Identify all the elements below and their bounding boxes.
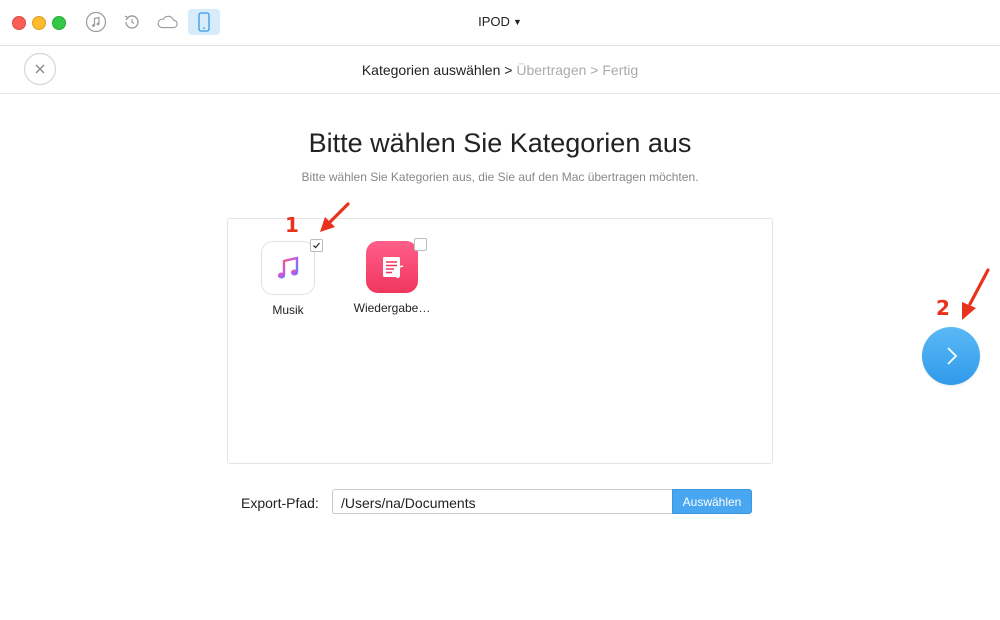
music-checkbox[interactable]	[310, 239, 323, 252]
checkmark-icon	[313, 242, 320, 249]
step-select-categories: Kategorien auswählen	[361, 62, 501, 78]
music-app-icon[interactable]	[261, 239, 323, 295]
step-done: Fertig	[602, 62, 639, 78]
chevron-right-icon	[947, 347, 958, 365]
playlist-icon[interactable]	[366, 238, 427, 293]
page-title: Bitte wählen Sie Kategorien aus	[308, 128, 692, 158]
chevron-down-icon: ▼	[512, 17, 522, 27]
device-title: IPOD	[478, 14, 510, 29]
title-bar: IPOD ▼	[0, 0, 1000, 46]
export-path-label: Export-Pfad:	[241, 495, 319, 511]
category-label: Wiedergabe…	[353, 301, 431, 315]
annotation-arrow-icon	[962, 268, 990, 320]
playlists-checkbox[interactable]	[414, 238, 427, 251]
breadcrumb-separator: >	[500, 62, 517, 78]
category-panel: Musik Wiedergabe… 1	[227, 202, 773, 464]
browse-button[interactable]: Auswählen	[672, 489, 752, 514]
breadcrumb: Kategorien auswählen > Übertragen > Fert…	[0, 62, 1000, 78]
next-button[interactable]	[922, 327, 980, 385]
category-music[interactable]: Musik	[243, 239, 333, 317]
device-selector[interactable]: IPOD ▼	[0, 14, 1000, 29]
breadcrumb-separator: >	[586, 62, 603, 78]
annotation-marker-1: 1	[285, 213, 299, 237]
annotation-marker-2: 2	[936, 296, 950, 320]
category-label: Musik	[272, 303, 304, 317]
export-path-input[interactable]: /Users/na/Documents	[332, 489, 672, 514]
step-transfer: Übertragen	[516, 62, 587, 78]
annotation-arrow-icon	[320, 202, 350, 232]
page-subtitle: Bitte wählen Sie Kategorien aus, die Sie…	[301, 170, 699, 184]
step-bar: Kategorien auswählen > Übertragen > Fert…	[0, 46, 1000, 94]
category-playlists[interactable]: Wiedergabe…	[347, 238, 437, 315]
